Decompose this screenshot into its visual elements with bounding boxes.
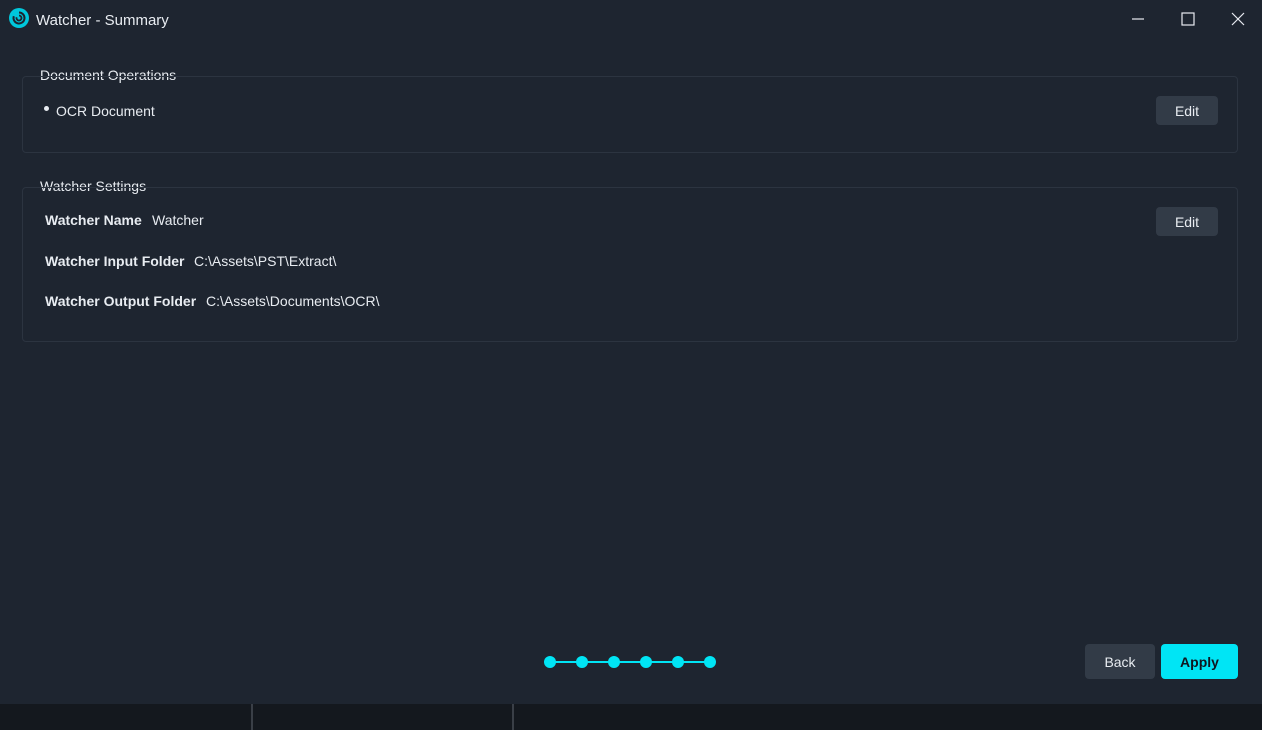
- watcher-input-folder-label: Watcher Input Folder: [45, 253, 185, 269]
- step-dot: [608, 656, 620, 668]
- title-bar[interactable]: Watcher - Summary: [0, 0, 1262, 40]
- step-dot: [544, 656, 556, 668]
- watcher-output-folder-label: Watcher Output Folder: [45, 293, 197, 309]
- wizard-window: Watcher - Summary Document Operations OC…: [0, 0, 1262, 704]
- step-dot: [704, 656, 716, 668]
- watcher-output-folder-value: C:\Assets\Documents\OCR\: [206, 293, 380, 309]
- watcher-name-label: Watcher Name: [45, 212, 142, 228]
- app-logo-icon: [9, 8, 29, 28]
- close-icon: [1231, 12, 1245, 26]
- maximize-icon: [1181, 12, 1195, 26]
- minimize-icon: [1132, 18, 1144, 20]
- bullet-icon: [44, 106, 49, 111]
- taskbar: [0, 704, 1262, 730]
- window-title: Watcher - Summary: [36, 12, 169, 29]
- document-operations-group: [22, 76, 1238, 153]
- watcher-input-folder-value: C:\Assets\PST\Extract\: [194, 253, 337, 269]
- close-button[interactable]: [1218, 4, 1258, 34]
- taskbar-divider: [512, 704, 514, 730]
- taskbar-divider: [251, 704, 253, 730]
- maximize-button[interactable]: [1168, 4, 1208, 34]
- edit-operations-button[interactable]: Edit: [1156, 96, 1218, 125]
- apply-button[interactable]: Apply: [1161, 644, 1238, 679]
- watcher-name-value: Watcher: [152, 212, 204, 228]
- back-button[interactable]: Back: [1085, 644, 1155, 679]
- operation-item: OCR Document: [56, 103, 155, 119]
- edit-settings-button[interactable]: Edit: [1156, 207, 1218, 236]
- minimize-button[interactable]: [1118, 4, 1158, 34]
- step-dot: [640, 656, 652, 668]
- step-dot: [672, 656, 684, 668]
- step-dot: [576, 656, 588, 668]
- step-progress-indicator: [544, 656, 716, 668]
